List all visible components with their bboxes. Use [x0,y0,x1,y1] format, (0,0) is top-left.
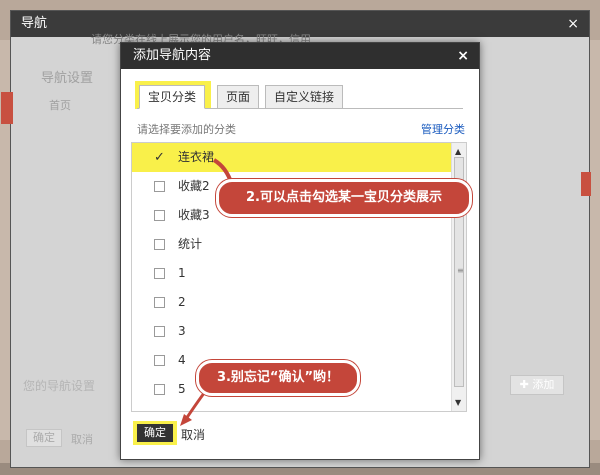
category-label: 4 [178,353,186,367]
callout-step2: 2.可以点击勾选某一宝贝分类展示 [216,179,472,217]
callout-step3: 3.别忘记“确认”哟！ [196,360,360,396]
category-checkbox[interactable] [154,268,165,279]
category-checkbox[interactable] [154,326,165,337]
inner-dialog-title: 添加导航内容 [133,48,212,63]
background-red-mark [1,92,13,124]
category-label: 2 [178,295,186,309]
inner-close-icon[interactable]: × [457,43,469,69]
category-checkbox[interactable] [154,210,165,221]
grip-icon: ≡ [457,266,464,275]
tab-item-categories[interactable]: 宝贝分类 [139,85,206,109]
nav-settings-heading: 导航设置 [41,71,94,86]
category-label: 3 [178,324,186,338]
select-hint: 请选择要添加的分类 [137,123,236,136]
category-checkbox[interactable] [154,355,165,366]
manage-categories-link[interactable]: 管理分类 [421,121,465,137]
checked-icon[interactable]: ✓ [154,143,165,172]
category-label: 5 [178,382,186,396]
category-checkbox[interactable] [154,239,165,250]
cancel-button[interactable]: 取消 [181,426,205,443]
category-label: 收藏2 [178,179,210,193]
category-checkbox[interactable] [154,297,165,308]
scroll-down-icon[interactable]: ▼ [455,398,461,407]
add-nav-label: 添加 [532,378,555,391]
nav-home-item[interactable]: 首页 [49,97,71,113]
category-row[interactable]: 1 [132,259,452,288]
scroll-up-icon[interactable]: ▲ [455,147,461,156]
blurred-nav-text: 您的导航设置 [23,379,96,393]
ok-button[interactable]: 确定 [137,424,173,442]
background-red-mark-right [581,172,591,196]
category-label: 统计 [178,237,203,251]
inner-dialog-body: 宝贝分类 页面 自定义链接 请选择要添加的分类 管理分类 ✓ 连衣裙 收藏2 收… [125,69,475,455]
background-strip-right [590,40,600,440]
category-label: 连衣裙 [178,150,215,164]
tab-pages[interactable]: 页面 [217,85,260,109]
category-row[interactable]: 2 [132,288,452,317]
outer-close-icon[interactable]: × [567,11,579,37]
category-label: 1 [178,266,186,280]
category-checkbox[interactable] [154,384,165,395]
add-nav-button[interactable]: ✚ 添加 [510,375,564,395]
category-row[interactable]: ✓ 连衣裙 [132,143,452,172]
tab-custom-link[interactable]: 自定义链接 [265,85,344,109]
category-row[interactable]: 3 [132,317,452,346]
category-label: 收藏3 [178,208,210,222]
outer-ok-button[interactable]: 确定 [26,429,62,447]
outer-cancel-link[interactable]: 取消 [71,431,93,447]
category-checkbox[interactable] [154,181,165,192]
ok-button-highlight: 确定 [133,421,177,445]
outer-dialog-title: 导航 [21,16,48,31]
tab-bar: 宝贝分类 页面 自定义链接 [137,83,463,109]
inner-dialog-titlebar: 添加导航内容 × [121,43,479,69]
category-row[interactable]: 统计 [132,230,452,259]
inner-dialog: 添加导航内容 × 宝贝分类 页面 自定义链接 请选择要添加的分类 管理分类 ✓ … [120,42,480,460]
